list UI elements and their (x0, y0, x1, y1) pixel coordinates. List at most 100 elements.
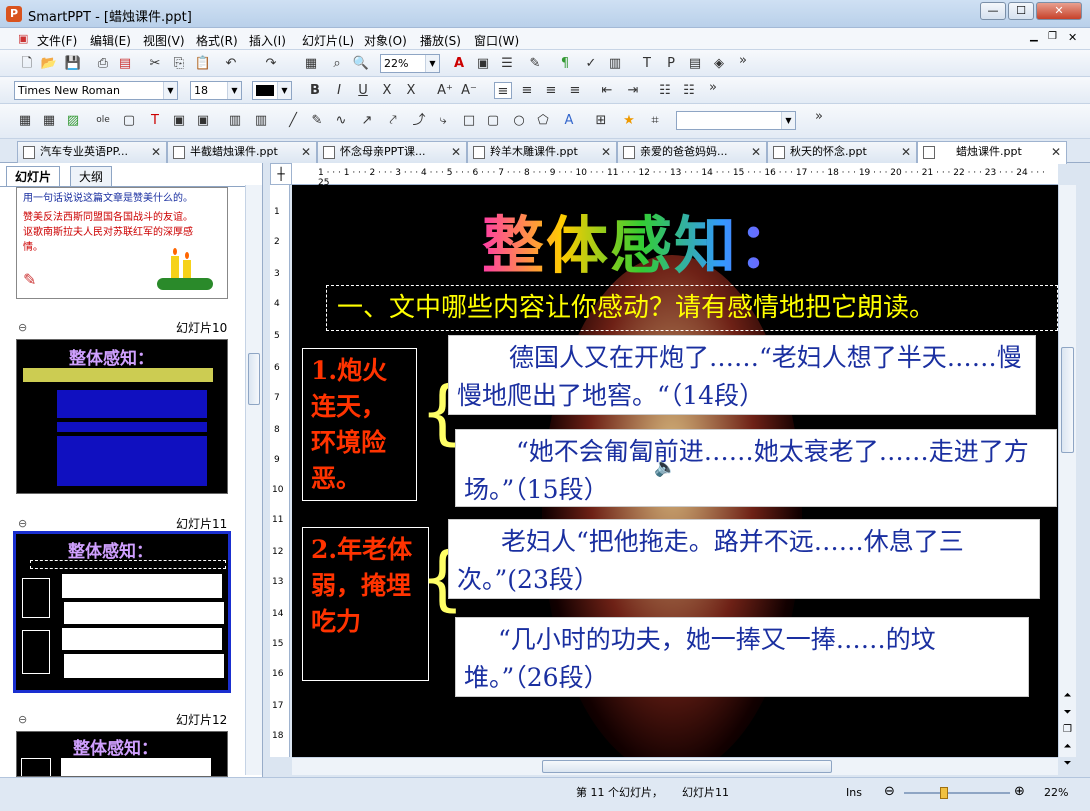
ellipse-icon[interactable]: ○ (510, 112, 528, 129)
justify-icon[interactable]: ≡ (566, 82, 584, 99)
save-icon[interactable]: 💾 (64, 55, 82, 72)
text-color-icon[interactable]: A (450, 55, 468, 72)
quote-box-2[interactable]: “她不会匍匐前进……她太衰老了……走进了方场。”（15段） (455, 429, 1057, 507)
align-center-icon[interactable]: ≡ (518, 82, 536, 99)
font-combo[interactable]: Times New Roman ▼ (14, 81, 178, 100)
align-right-icon[interactable]: ≡ (542, 82, 560, 99)
minimize-button[interactable]: — (980, 2, 1006, 20)
tab-doc-5[interactable]: 亲爱的爸爸妈妈... ✕ (617, 141, 767, 163)
zoom-slider-thumb[interactable] (940, 787, 948, 799)
zoom-combo[interactable]: 22% ▼ (380, 54, 440, 73)
list-icon[interactable]: ☰ (498, 55, 516, 72)
size-combo[interactable]: 18 ▼ (190, 81, 242, 100)
star-icon[interactable]: ★ (620, 112, 638, 129)
tab-doc-6[interactable]: 秋天的怀念.ppt ✕ (767, 141, 917, 163)
slide-thumb-10[interactable]: 整体感知： (16, 339, 228, 494)
bullets-icon[interactable]: ☷ (656, 82, 674, 99)
slide-thumb-11[interactable]: 整体感知： (13, 531, 231, 693)
spell-icon[interactable]: ✓ (582, 55, 600, 72)
style-combo[interactable]: ▼ (676, 111, 796, 130)
pen-icon[interactable]: ✎ (308, 112, 326, 129)
cut-icon[interactable]: ✂ (146, 55, 164, 72)
scroll-thumb[interactable] (248, 353, 260, 405)
speaker-icon[interactable]: 🔈 (654, 457, 676, 478)
copy-icon[interactable]: ⎘ (170, 55, 188, 72)
image-icon[interactable]: ▨ (64, 112, 82, 129)
new-icon[interactable]: 🗋 (18, 55, 36, 72)
zoom-slider[interactable] (904, 787, 1010, 799)
menu-edit[interactable]: 编辑(E) (90, 32, 131, 49)
slide-thumb-12[interactable]: 整体感知： (16, 731, 228, 777)
menu-window[interactable]: 窗口(W) (474, 32, 519, 49)
indent-decrease-icon[interactable]: ⇤ (598, 82, 616, 99)
table-icon[interactable]: ▦ (302, 55, 320, 72)
crop-icon[interactable]: ⌗ (646, 112, 664, 129)
menu-slide[interactable]: 幻灯片(L) (302, 32, 354, 49)
chart-icon[interactable]: ▥ (606, 55, 624, 72)
question-text[interactable]: 一、文中哪些内容让你感动？请有感情地把它朗读。 (326, 285, 1058, 331)
tab-slides[interactable]: 幻灯片 (6, 166, 61, 186)
redo-icon[interactable]: ↷ (262, 55, 280, 72)
wordart-icon[interactable]: A (560, 112, 578, 129)
zoom-out-icon[interactable]: ⊖ (884, 784, 895, 802)
menu-format[interactable]: 格式(R) (196, 32, 238, 49)
format-painter-icon[interactable]: ✎ (526, 55, 544, 72)
picture-icon[interactable]: ▣ (474, 55, 492, 72)
menu-view[interactable]: 视图(V) (143, 32, 185, 49)
send-back-icon[interactable]: ▥ (252, 112, 270, 129)
panel-scrollbar[interactable] (245, 185, 262, 775)
italic-icon[interactable]: I (330, 82, 348, 99)
tab-outline[interactable]: 大纲 (70, 166, 113, 186)
bold-icon[interactable]: B (306, 82, 324, 99)
tab-doc-2[interactable]: 半截蜡烛课件.ppt ✕ (167, 141, 317, 163)
quote-box-4[interactable]: “几小时的功夫，她一捧又一捧……的坟堆。”（26段） (455, 617, 1029, 697)
align-objects-icon[interactable]: ⊞ (592, 112, 610, 129)
more-icon[interactable]: » (810, 108, 828, 125)
numbering-icon[interactable]: ☷ (680, 82, 698, 99)
open-icon[interactable]: 📂 (40, 55, 58, 72)
doc-restore-button[interactable]: ❐ (1048, 31, 1057, 42)
undo-icon[interactable]: ↶ (222, 55, 240, 72)
zoom-in-icon[interactable]: ⊕ (1014, 784, 1025, 802)
menu-object[interactable]: 对象(O) (364, 32, 407, 49)
quote-box-1[interactable]: 德国人又在开炮了……“老妇人想了半天……慢慢地爬出了地窖。“（14段） (448, 335, 1036, 415)
close-icon[interactable]: ✕ (151, 142, 161, 162)
ruler-corner-icon[interactable]: ┼ (270, 163, 292, 185)
layout-icon[interactable]: ▤ (686, 55, 704, 72)
select-icon[interactable]: ▦ (16, 112, 34, 129)
line-icon[interactable]: ╱ (284, 112, 302, 129)
align-left-icon[interactable]: ≡ (494, 82, 512, 99)
close-icon[interactable]: ✕ (1051, 142, 1061, 162)
menu-play[interactable]: 播放(S) (420, 32, 461, 49)
more-icon[interactable]: » (704, 79, 722, 96)
font-grow-icon[interactable]: A⁺ (436, 82, 454, 99)
more-icon[interactable]: » (734, 52, 752, 69)
doc-minimize-button[interactable]: ▁ (1030, 31, 1038, 42)
connector-icon[interactable]: ⤤ (384, 112, 402, 129)
slide-canvas[interactable]: 整体感知： 一、文中哪些内容让你感动？请有感情地把它朗读。 1.炮火连天，环境险… (292, 185, 1058, 757)
horizontal-scrollbar[interactable] (292, 757, 1058, 775)
page-icon[interactable]: P (662, 55, 680, 72)
scroll-nav-icons[interactable]: ⏶ ⏷ ❐ ⏶ ⏷ (1060, 687, 1075, 772)
paragraph-icon[interactable]: ¶ (556, 55, 574, 72)
textbox-icon[interactable]: T (638, 55, 656, 72)
strike-icon[interactable]: X (378, 82, 396, 99)
close-icon[interactable]: ✕ (301, 142, 311, 162)
curve-icon[interactable]: ∿ (332, 112, 350, 129)
curved-connector-icon[interactable]: ⤷ (434, 112, 452, 129)
label-box-2[interactable]: 2.年老体弱，掩埋吃力 (302, 527, 429, 681)
tab-doc-4[interactable]: 羚羊木雕课件.ppt ✕ (467, 141, 617, 163)
ole-icon[interactable]: ole (94, 112, 112, 129)
text-frame-icon[interactable]: T (146, 112, 164, 129)
rectangle-icon[interactable]: □ (460, 112, 478, 129)
indent-increase-icon[interactable]: ⇥ (624, 82, 642, 99)
frame-icon[interactable]: ▢ (120, 112, 138, 129)
maximize-button[interactable]: ☐ (1008, 2, 1034, 20)
scroll-thumb[interactable] (1061, 347, 1074, 453)
scroll-thumb[interactable] (542, 760, 832, 773)
quote-box-3[interactable]: 老妇人“把他拖走。路并不远……休息了三次。”(23段） (448, 519, 1040, 599)
close-button[interactable]: ✕ (1036, 2, 1082, 20)
paste-icon[interactable]: 📋 (194, 55, 212, 72)
color-combo[interactable]: ▼ (252, 81, 292, 100)
slide-title[interactable]: 整体感知： (482, 195, 802, 285)
